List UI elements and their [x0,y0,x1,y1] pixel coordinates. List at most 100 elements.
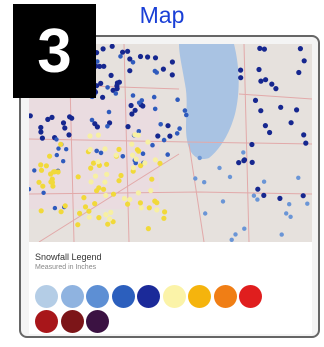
station-dot [241,157,248,163]
station-dot [258,108,264,114]
station-dot [175,97,180,102]
legend-swatch [86,285,109,308]
station-dot [130,152,136,158]
legend-title: Snowfall Legend [35,252,102,262]
station-dot [98,150,104,156]
station-dot [132,107,138,113]
station-dot [238,67,244,73]
station-dot [287,202,292,207]
station-dot [66,132,72,138]
station-dot [104,171,110,177]
station-dot [116,178,122,184]
station-dot [154,70,159,75]
station-dot [45,116,51,122]
station-dot [88,179,94,185]
station-dot [301,132,307,138]
station-dot [55,169,61,175]
station-dot [152,106,158,112]
station-dot [148,188,154,194]
station-dot [101,186,107,192]
station-dot [41,190,46,195]
station-dot [108,72,114,78]
station-dot [56,146,61,151]
legend-swatch [239,285,262,308]
legend-swatch [162,285,186,308]
station-dot [125,124,131,130]
station-dot [95,159,101,165]
station-dot [263,77,269,83]
station-dot [256,66,262,73]
station-dot [100,46,106,52]
station-dot [137,53,144,60]
station-dot [273,86,279,92]
station-dot [94,124,100,130]
legend-swatch [111,285,135,308]
station-dot [136,148,142,154]
station-dot [40,183,46,189]
station-dot [249,159,255,165]
station-dot [301,58,307,64]
station-dot [177,126,182,131]
legend-swatch [137,285,160,308]
station-dot [94,188,100,194]
station-dot [97,63,103,69]
station-dot [303,140,309,146]
station-dot [161,137,167,143]
station-dot [155,133,161,139]
station-dot [102,179,108,185]
station-dot [54,137,59,142]
station-dot [169,59,175,65]
station-dot [145,226,151,232]
legend-swatch [60,310,84,333]
station-dot [32,168,37,173]
step-number-badge: 3 [13,4,96,98]
station-dot [262,123,268,129]
station-dot [125,201,131,207]
legend-swatch [60,285,84,308]
station-dot [242,226,247,231]
station-dot [102,146,108,152]
station-dot [138,205,144,211]
station-dot [300,193,306,199]
station-dot [252,97,259,103]
station-dot [64,147,69,152]
station-dot [52,205,58,211]
station-dot [154,207,160,213]
station-dot [98,80,104,86]
station-dot [75,222,81,228]
station-dot [103,192,109,198]
station-dot [118,172,124,179]
station-dot [203,211,208,216]
station-dot [169,72,175,78]
station-dot [67,114,73,120]
station-dot [161,215,167,221]
station-dot [150,142,155,148]
station-dot [48,179,54,185]
station-dot [75,174,81,180]
station-dot [152,55,159,61]
station-dot [294,107,300,113]
station-dot [220,199,226,204]
station-dot [118,54,123,59]
station-dot [288,120,294,126]
station-dot [233,232,238,237]
station-dot [261,46,267,52]
station-dot [167,133,173,139]
station-dot [137,200,143,206]
station-dot [51,169,57,175]
station-dot [251,193,257,198]
station-dot [162,209,168,215]
station-dot [39,135,45,141]
station-dot [38,167,45,173]
station-dot [120,154,126,159]
station-dot [278,104,284,110]
legend-swatch [213,285,237,308]
station-dot [86,208,92,214]
station-dot [227,174,233,180]
station-dot [193,176,198,181]
station-dot [113,152,119,158]
station-dot [165,123,171,129]
station-dot [38,129,44,135]
station-dot [136,100,142,106]
station-dot [96,215,102,221]
